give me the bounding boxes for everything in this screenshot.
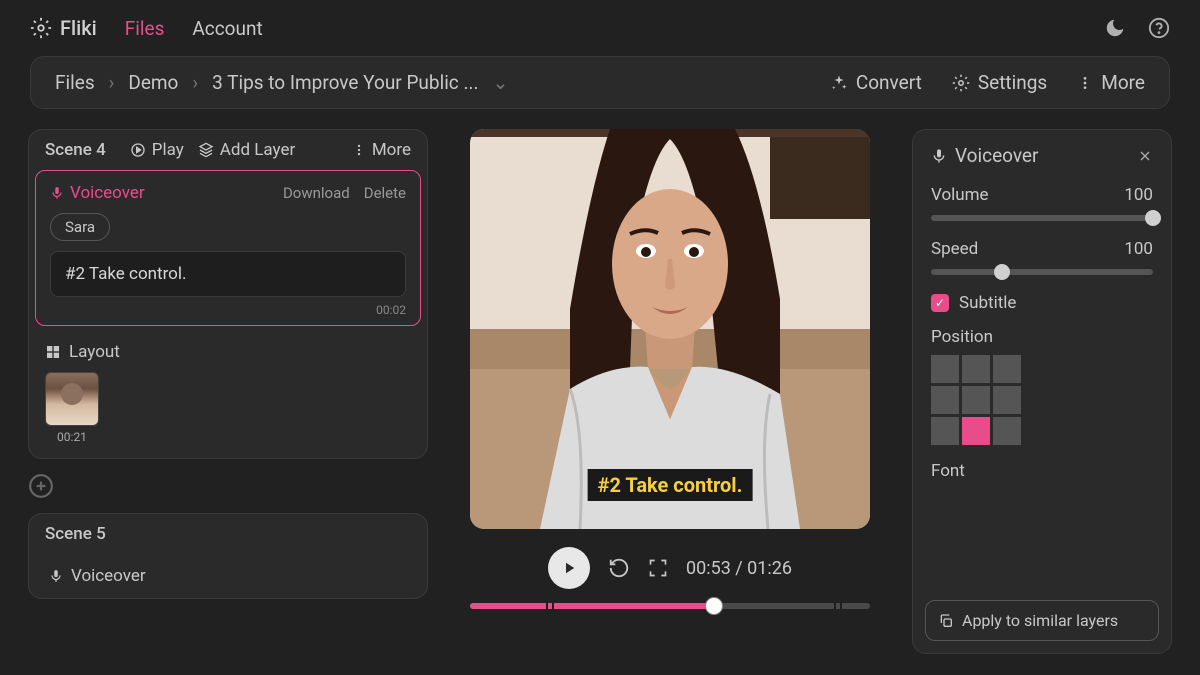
pos-bot-center[interactable] [962,417,990,445]
replay-icon [608,557,630,579]
app-logo[interactable]: Fliki [30,16,97,40]
scene-list: Scene 4 Play Add Layer More [28,129,428,654]
convert-label: Convert [856,71,922,94]
add-layer-button[interactable]: Add Layer [198,140,295,160]
time-display: 00:53 / 01:26 [686,558,792,579]
help-icon[interactable] [1148,17,1170,39]
gear-icon [30,17,52,39]
sparkle-icon [830,74,848,92]
preview-area: #2 Take control. 00:53 / 01:26 [452,129,888,654]
more-label: More [1101,71,1145,94]
pos-top-center[interactable] [962,355,990,383]
microphone-icon [49,569,63,583]
pos-bot-right[interactable] [993,417,1021,445]
apply-similar-button[interactable]: Apply to similar layers [925,600,1159,641]
scene-4-card: Scene 4 Play Add Layer More [28,129,428,459]
dots-vertical-icon [352,143,366,157]
speed-slider[interactable] [931,269,1153,275]
scene-play-button[interactable]: Play [130,140,184,160]
app-name: Fliki [60,16,97,40]
dots-vertical-icon [1077,75,1093,91]
position-grid [931,355,1153,445]
voice-chip[interactable]: Sara [50,213,110,241]
player-controls: 00:53 / 01:26 [548,547,792,589]
scene-5-title: Scene 5 [45,524,106,544]
progress-knob[interactable] [705,597,723,615]
position-label: Position [931,327,1153,347]
scene-4-title: Scene 4 [45,140,106,160]
download-button[interactable]: Download [283,184,350,202]
font-label: Font [931,461,1153,481]
scene-5-voiceover[interactable]: Voiceover [29,554,427,598]
play-circle-icon [130,142,146,158]
top-nav: Fliki Files Account [0,0,1200,56]
replay-button[interactable] [608,557,630,579]
chevron-down-icon[interactable]: ⌄ [493,71,509,94]
nav-account[interactable]: Account [192,17,262,40]
pos-bot-left[interactable] [931,417,959,445]
add-scene-button[interactable] [28,473,428,499]
copy-icon [938,613,954,629]
chevron-right-icon: › [192,71,198,94]
close-button[interactable] [1137,148,1153,164]
gear-icon [952,74,970,92]
fullscreen-button[interactable] [648,558,668,578]
volume-label: Volume [931,185,989,205]
voiceover-text[interactable]: #2 Take control. [50,251,406,297]
convert-button[interactable]: Convert [830,71,922,94]
breadcrumb-files[interactable]: Files [55,71,95,94]
layout-icon [45,344,61,360]
pos-mid-center[interactable] [962,386,990,414]
pos-mid-right[interactable] [993,386,1021,414]
settings-label: Settings [978,71,1047,94]
nav-files[interactable]: Files [125,17,165,40]
toolbar: Files › Demo › 3 Tips to Improve Your Pu… [30,56,1170,109]
chevron-right-icon: › [109,71,115,94]
slider-knob[interactable] [1145,210,1161,226]
voiceover-label: Voiceover [50,183,145,203]
volume-slider[interactable] [931,215,1153,221]
progress-bar[interactable] [470,603,870,609]
subtitle-label: Subtitle [959,293,1016,313]
layers-icon [198,142,214,158]
speed-label: Speed [931,239,978,259]
voiceover-layer[interactable]: Voiceover Download Delete Sara #2 Take c… [35,170,421,326]
plus-circle-icon [28,473,54,499]
close-icon [1137,148,1153,164]
speed-value: 100 [1124,239,1153,259]
inspector-panel: Voiceover Volume 100 Speed 100 ✓ Subtitl… [912,129,1172,654]
microphone-icon [50,186,64,200]
settings-button[interactable]: Settings [952,71,1047,94]
microphone-icon [931,148,947,164]
inspector-title: Voiceover [955,144,1038,167]
fullscreen-icon [648,558,668,578]
subtitle-checkbox[interactable]: ✓ [931,294,949,312]
progress-fill [470,603,714,609]
scene-more-button[interactable]: More [352,140,411,160]
play-button[interactable] [548,547,590,589]
pos-top-right[interactable] [993,355,1021,383]
volume-value: 100 [1124,185,1153,205]
scene-5-card: Scene 5 Voiceover [28,513,428,599]
layout-section[interactable]: Layout [29,332,427,372]
delete-button[interactable]: Delete [364,184,406,202]
play-icon [560,559,578,577]
layout-duration: 00:21 [45,430,99,444]
voiceover-duration: 00:02 [50,303,406,317]
subtitle-overlay: #2 Take control. [588,469,753,501]
breadcrumb-file[interactable]: 3 Tips to Improve Your Public ... [212,71,478,94]
dark-mode-icon[interactable] [1104,17,1126,39]
pos-top-left[interactable] [931,355,959,383]
pos-mid-left[interactable] [931,386,959,414]
layout-thumbnail[interactable] [45,372,99,426]
video-preview[interactable]: #2 Take control. [470,129,870,529]
more-button[interactable]: More [1077,71,1145,94]
breadcrumb-folder[interactable]: Demo [128,71,178,94]
slider-knob[interactable] [994,264,1010,280]
